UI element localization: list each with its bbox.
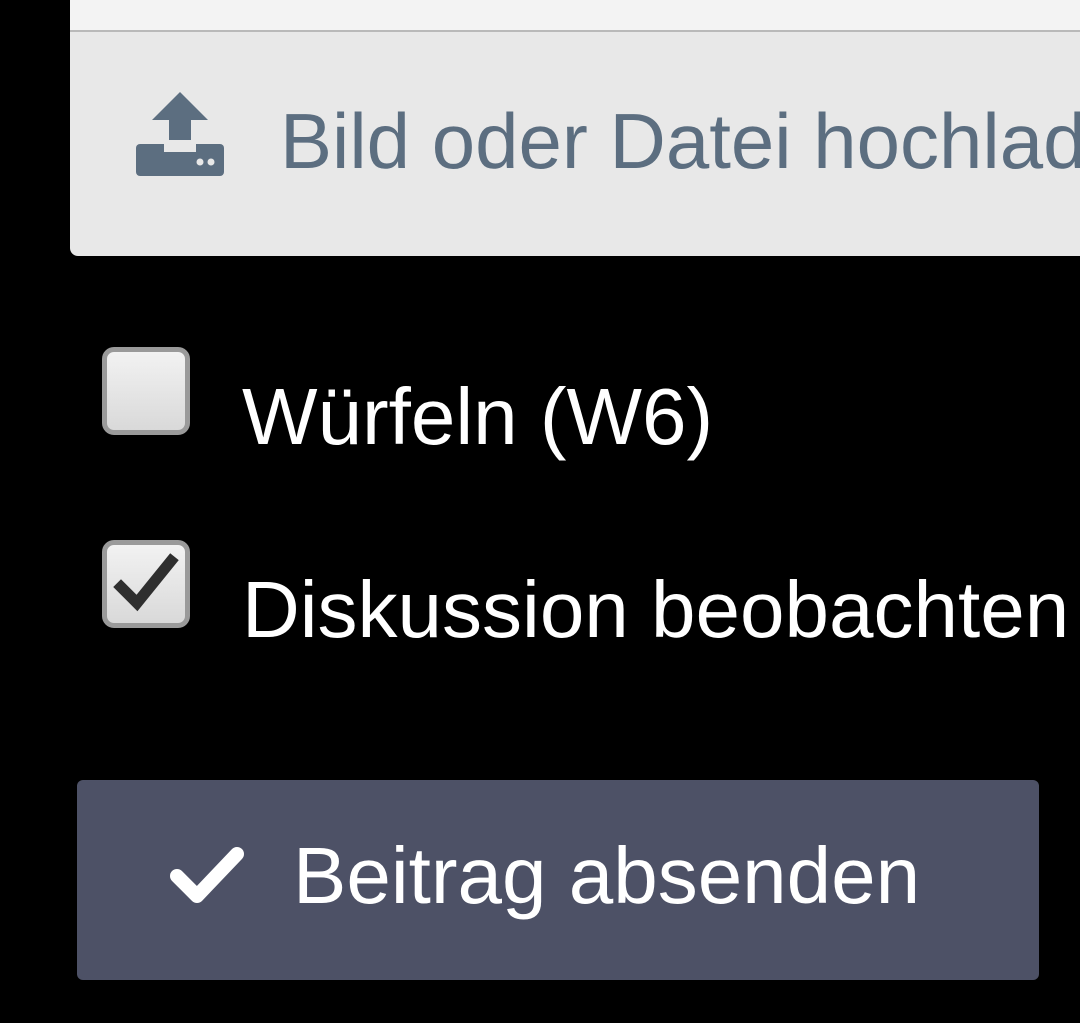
roll-dice-option[interactable]: Würfeln (W6) — [102, 347, 1080, 461]
upload-icon — [136, 90, 224, 176]
reply-form: Bild oder Datei hochlad Würfeln (W6) Dis… — [0, 0, 1080, 1023]
submit-post-button[interactable]: Beitrag absenden — [77, 780, 1039, 980]
editor-panel: Bild oder Datei hochlad — [70, 0, 1080, 256]
watch-discussion-label: Diskussion beobachten — [242, 565, 1070, 654]
submit-label: Beitrag absenden — [293, 831, 921, 920]
roll-dice-label: Würfeln (W6) — [242, 372, 714, 461]
checkmark-icon — [169, 844, 245, 908]
roll-dice-checkbox[interactable] — [102, 347, 190, 435]
message-textarea[interactable] — [70, 0, 1080, 32]
upload-file-button[interactable]: Bild oder Datei hochlad — [70, 34, 1080, 256]
checkmark-icon — [113, 553, 179, 612]
watch-discussion-option[interactable]: Diskussion beobachten — [102, 540, 1080, 654]
watch-discussion-checkbox[interactable] — [102, 540, 190, 628]
upload-label: Bild oder Datei hochlad — [280, 97, 1080, 185]
